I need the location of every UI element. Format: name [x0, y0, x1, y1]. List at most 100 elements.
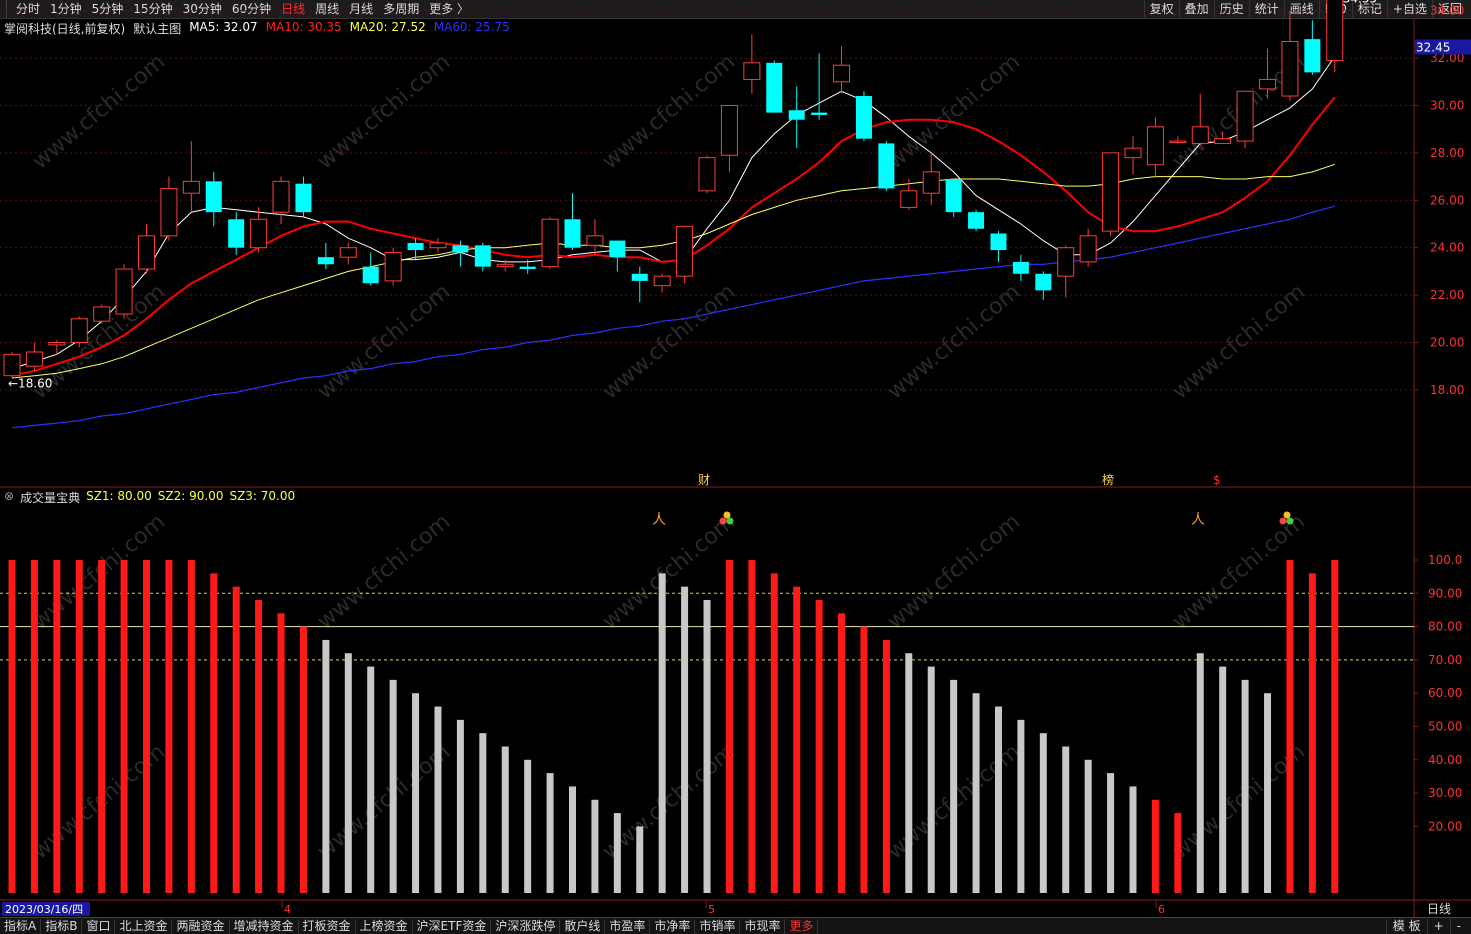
candle-body-up — [160, 187, 178, 237]
candle-body-down — [205, 181, 222, 213]
signal-ball-icon — [1283, 511, 1291, 519]
indicator-axis-label: 30.00 — [1428, 786, 1462, 800]
watermark-text: www.cfchi.com — [598, 279, 740, 404]
indicator-axis-label: 100.0 — [1428, 553, 1462, 567]
price-axis-label: 20.00 — [1430, 336, 1464, 350]
indicator-bar — [1308, 573, 1316, 893]
watermark-text: www.cfchi.com — [28, 49, 170, 174]
bottom-tab-11[interactable]: 市盈率 — [605, 918, 651, 934]
indicator-bar — [434, 706, 442, 893]
candle-body-up — [586, 235, 604, 246]
indicator-bar — [322, 639, 330, 893]
bottom-control-1[interactable]: + — [1426, 918, 1450, 934]
candle-body-down — [362, 266, 379, 284]
bottom-tab-6[interactable]: 打板资金 — [299, 918, 356, 934]
bottom-tab-1[interactable]: 指标B — [41, 918, 83, 934]
candle-body-up — [1057, 247, 1075, 277]
bottom-tab-14[interactable]: 市现率 — [740, 918, 786, 934]
bottom-tab-4[interactable]: 两融资金 — [172, 918, 230, 934]
watermark-text: www.cfchi.com — [313, 509, 455, 634]
candle-body-down — [564, 219, 581, 248]
signal-ball-icon — [1286, 517, 1294, 525]
indicator-bar — [187, 560, 195, 893]
indicator-bar — [479, 733, 487, 893]
indicator-bar — [75, 560, 83, 893]
bottom-tab-3[interactable]: 北上资金 — [115, 918, 173, 934]
indicator-bar — [210, 573, 218, 893]
indicator-bar — [972, 693, 980, 893]
bottom-tabbar: 指标A 指标B 窗口 北上资金 两融资金 增减持资金 打板资金 上榜资金 沪深ETF资金 沪深涨跌… — [0, 917, 1471, 934]
month-label: 6 — [1158, 903, 1165, 916]
indicator-bar — [546, 773, 554, 893]
indicator-axis-label: 70.00 — [1428, 653, 1462, 667]
indicator-bar — [725, 560, 733, 893]
indicator-bar — [591, 799, 599, 893]
buy-signal-icon: 人 — [1191, 512, 1205, 528]
chart-canvas[interactable]: www.cfchi.com www.cfchi.com www.cfchi.com w… — [0, 0, 1471, 933]
candle-body-down — [766, 62, 783, 113]
candle-body-up — [720, 105, 738, 156]
indicator-bar — [299, 626, 307, 893]
indicator-bar — [412, 693, 420, 893]
bottom-tab-5[interactable]: 增减持资金 — [230, 918, 299, 934]
current-price-label: 32.45 — [1416, 40, 1450, 54]
candle-body-up — [922, 171, 940, 194]
bottom-tab-8[interactable]: 沪深ETF资金 — [413, 918, 492, 934]
indicator-bar — [770, 573, 778, 893]
ma-line-ma60 — [11, 205, 1335, 429]
date-label: 2023/03/16/四 — [5, 903, 83, 916]
indicator-bar — [232, 586, 240, 893]
price-axis-label: 28.00 — [1430, 146, 1464, 160]
watermark-text: www.cfchi.com — [598, 509, 740, 634]
bottom-control-2[interactable]: - — [1449, 918, 1467, 934]
indicator-bar — [838, 613, 846, 893]
indicator-bar — [1039, 733, 1047, 893]
candle-body-up — [1236, 90, 1254, 142]
indicator-bar — [255, 599, 263, 893]
candle-body-up — [1214, 138, 1232, 144]
candle-body-up — [1079, 235, 1097, 263]
candle-body-up — [900, 190, 918, 208]
candle-body-up — [3, 353, 21, 377]
candle-body-down — [317, 257, 334, 265]
candle-body-up — [48, 342, 66, 346]
bottom-tab-0[interactable]: 指标A — [0, 918, 42, 934]
indicator-bar — [1129, 786, 1137, 893]
watermark-text: www.cfchi.com — [598, 49, 740, 174]
bottom-tab-12[interactable]: 市净率 — [650, 918, 696, 934]
indicator-bar — [905, 653, 913, 893]
indicator-bar — [1017, 719, 1025, 893]
indicator-bar — [389, 679, 397, 893]
indicator-bar — [658, 573, 666, 893]
indicator-bar — [748, 560, 756, 893]
indicator-axis-label: 40.00 — [1428, 753, 1462, 767]
candle-body-down — [1012, 261, 1029, 274]
candle-body-down — [855, 96, 872, 139]
price-axis-label: 26.00 — [1430, 193, 1464, 207]
candle-body-up — [698, 157, 716, 192]
candle-body-down — [609, 240, 626, 258]
indicator-bar — [501, 746, 509, 893]
candle-body-up — [272, 180, 290, 213]
signal-ball-icon — [726, 517, 734, 525]
indicator-bar — [860, 626, 868, 893]
low-price-label: ←18.60 — [8, 377, 52, 391]
event-mark: $ — [1213, 473, 1221, 487]
bottom-tab-2[interactable]: 窗口 — [82, 918, 116, 934]
candle-body-up — [1124, 147, 1142, 159]
candle-body-up — [653, 275, 671, 287]
indicator-bar — [367, 666, 375, 893]
indicator-bar — [1174, 813, 1182, 893]
candle-body-up — [115, 268, 133, 315]
candle-body-up — [93, 306, 111, 322]
bottom-tab-15[interactable]: 更多 — [785, 918, 819, 934]
bottom-tab-9[interactable]: 沪深涨跌停 — [491, 918, 561, 934]
bottom-tab-7[interactable]: 上榜资金 — [356, 918, 413, 934]
candle-body-down — [945, 178, 962, 213]
candle-body-up — [1102, 152, 1120, 232]
watermark-text: www.cfchi.com — [1168, 279, 1310, 404]
bottom-tab-10[interactable]: 散户线 — [560, 918, 606, 934]
bottom-tab-13[interactable]: 市销率 — [695, 918, 741, 934]
indicator-axis-label: 20.00 — [1428, 819, 1462, 833]
bottom-control-0[interactable]: 模 板 — [1385, 918, 1427, 934]
